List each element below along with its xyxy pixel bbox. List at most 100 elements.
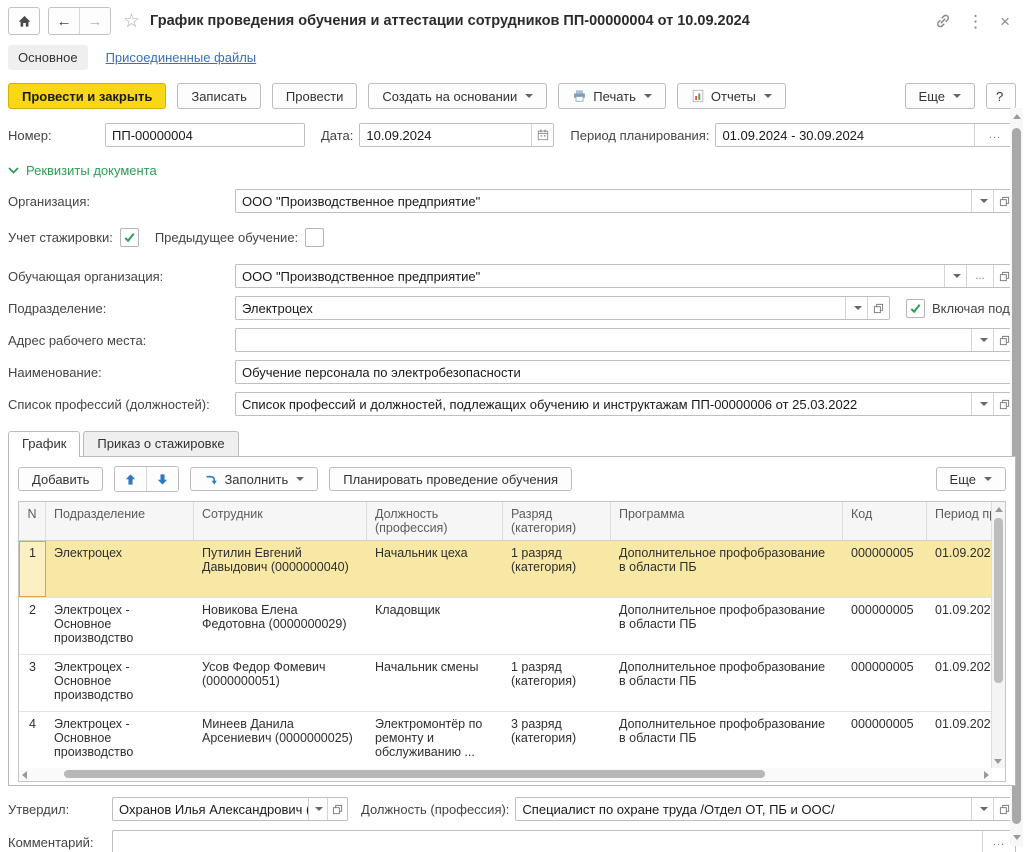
home-button[interactable] [8,7,40,35]
table-row[interactable]: 4 Электроцех - Основное производство Мин… [19,712,992,768]
close-icon[interactable]: × [1000,13,1010,30]
cell-program[interactable]: Дополнительное профобразование в области… [611,598,843,654]
cell-position[interactable]: Начальник смены [367,655,503,711]
help-button[interactable]: ? [986,83,1016,109]
scroll-right-icon[interactable] [984,771,989,779]
tab-schedule[interactable]: График [8,431,80,457]
plan-training-button[interactable]: Планировать проведение обучения [329,467,572,491]
cell-program[interactable]: Дополнительное профобразование в области… [611,712,843,768]
cell-n[interactable]: 4 [19,712,46,768]
previous-training-checkbox[interactable] [305,228,324,247]
scroll-up-icon[interactable] [1013,114,1021,119]
tab-attached-files[interactable]: Присоединенные файлы [106,50,257,65]
approved-field[interactable]: Охранов Илья Александрович (0000000032 [112,797,348,821]
cell-grade[interactable]: 3 разряд (категория) [503,712,611,768]
tab-internship-order[interactable]: Приказ о стажировке [83,431,238,456]
post-button[interactable]: Провести [272,83,358,109]
requisites-section-header[interactable]: Реквизиты документа [8,163,1016,178]
cell-n[interactable]: 3 [19,655,46,711]
cell-department[interactable]: Электроцех - Основное производство [46,598,194,654]
cell-code[interactable]: 000000005 [843,598,927,654]
post-and-close-button[interactable]: Провести и закрыть [8,83,166,109]
horizontal-scroll-thumb[interactable] [64,770,765,778]
menu-kebab-icon[interactable]: ⋮ [967,13,984,30]
cell-period[interactable]: 01.09.2024 - [927,598,992,654]
table-row[interactable]: 1 Электроцех Путилин Евгений Давыдович (… [19,541,992,598]
organization-field[interactable]: ООО "Производственное предприятие" [235,189,1016,213]
print-button[interactable]: Печать [558,83,666,109]
cell-grade[interactable]: 1 разряд (категория) [503,655,611,711]
scroll-left-icon[interactable] [22,771,27,779]
grid-horizontal-scrollbar[interactable] [19,768,992,781]
cell-employee[interactable]: Новикова Елена Федотовна (0000000029) [194,598,367,654]
internship-checkbox[interactable] [120,228,139,247]
column-header-program[interactable]: Программа [611,502,843,540]
comment-field[interactable]: ... [112,830,1016,852]
more-button[interactable]: Еще [905,83,975,109]
column-header-department[interactable]: Подразделение [46,502,194,540]
scroll-up-icon[interactable] [995,507,1003,512]
number-field[interactable]: ПП-00000004 [105,123,305,147]
dropdown-arrow-icon[interactable] [971,190,993,212]
back-button[interactable]: ← [49,8,79,34]
cell-department[interactable]: Электроцех [46,541,194,597]
cell-employee[interactable]: Путилин Евгений Давыдович (0000000040) [194,541,367,597]
move-up-button[interactable] [115,467,146,491]
scroll-down-icon[interactable] [994,759,1002,764]
training-org-field[interactable]: ООО "Производственное предприятие" ... [235,264,1016,288]
cell-department[interactable]: Электроцех - Основное производство [46,655,194,711]
open-icon[interactable] [867,297,889,319]
write-button[interactable]: Записать [177,83,261,109]
period-more-button[interactable]: ... [974,124,1015,146]
column-header-period[interactable]: Период про [927,502,992,540]
cell-employee[interactable]: Усов Федор Фомевич (0000000051) [194,655,367,711]
table-row[interactable]: 3 Электроцех - Основное производство Усо… [19,655,992,712]
training-org-more-button[interactable]: ... [966,265,993,287]
cell-department[interactable]: Электроцех - Основное производство [46,712,194,768]
professions-list-field[interactable]: Список профессий и должностей, подлежащи… [235,392,1016,416]
table-row[interactable]: 2 Электроцех - Основное производство Нов… [19,598,992,655]
cell-position[interactable]: Начальник цеха [367,541,503,597]
column-header-n[interactable]: N [19,502,46,540]
cell-period[interactable]: 01.09.2024 - [927,712,992,768]
cell-program[interactable]: Дополнительное профобразование в области… [611,541,843,597]
favorite-star-icon[interactable]: ☆ [123,12,140,31]
cell-position[interactable]: Кладовщик [367,598,503,654]
grid-more-button[interactable]: Еще [936,467,1006,491]
column-header-employee[interactable]: Сотрудник [194,502,367,540]
work-address-field[interactable] [235,328,1016,352]
cell-code[interactable]: 000000005 [843,655,927,711]
date-field[interactable]: 10.09.2024 [359,123,554,147]
fill-button[interactable]: Заполнить [190,467,318,491]
column-header-grade[interactable]: Разряд (категория) [503,502,611,540]
cell-period[interactable]: 01.09.2024 - [927,541,992,597]
dropdown-arrow-icon[interactable] [971,393,993,415]
cell-position[interactable]: Электромонтёр по ремонту и обслуживанию … [367,712,503,768]
forward-button[interactable]: → [79,8,110,34]
approver-position-field[interactable]: Специалист по охране труда /Отдел ОТ, ПБ… [515,797,1016,821]
name-field[interactable]: Обучение персонала по электробезопасност… [235,360,1016,384]
planning-period-field[interactable]: 01.09.2024 - 30.09.2024 ... [715,123,1016,147]
dropdown-arrow-icon[interactable] [845,297,867,319]
cell-program[interactable]: Дополнительное профобразование в области… [611,655,843,711]
include-subordinate-checkbox[interactable] [906,299,925,318]
cell-grade[interactable] [503,598,611,654]
link-icon[interactable] [935,13,951,29]
dropdown-arrow-icon[interactable] [971,329,993,351]
dropdown-arrow-icon[interactable] [308,798,327,820]
calendar-icon[interactable] [531,124,553,146]
cell-grade[interactable]: 1 разряд (категория) [503,541,611,597]
cell-code[interactable]: 000000005 [843,541,927,597]
dropdown-arrow-icon[interactable] [944,265,966,287]
cell-n[interactable]: 1 [19,541,46,597]
cell-period[interactable]: 01.09.2024 - [927,655,992,711]
cell-employee[interactable]: Минеев Данила Арсениевич (0000000025) [194,712,367,768]
column-header-position[interactable]: Должность (профессия) [367,502,503,540]
add-row-button[interactable]: Добавить [18,467,103,491]
create-on-base-button[interactable]: Создать на основании [368,83,547,109]
reports-button[interactable]: Отчеты [677,83,786,109]
scroll-down-icon[interactable] [1013,835,1021,840]
open-icon[interactable] [327,798,347,820]
cell-code[interactable]: 000000005 [843,712,927,768]
tab-main[interactable]: Основное [8,45,88,70]
